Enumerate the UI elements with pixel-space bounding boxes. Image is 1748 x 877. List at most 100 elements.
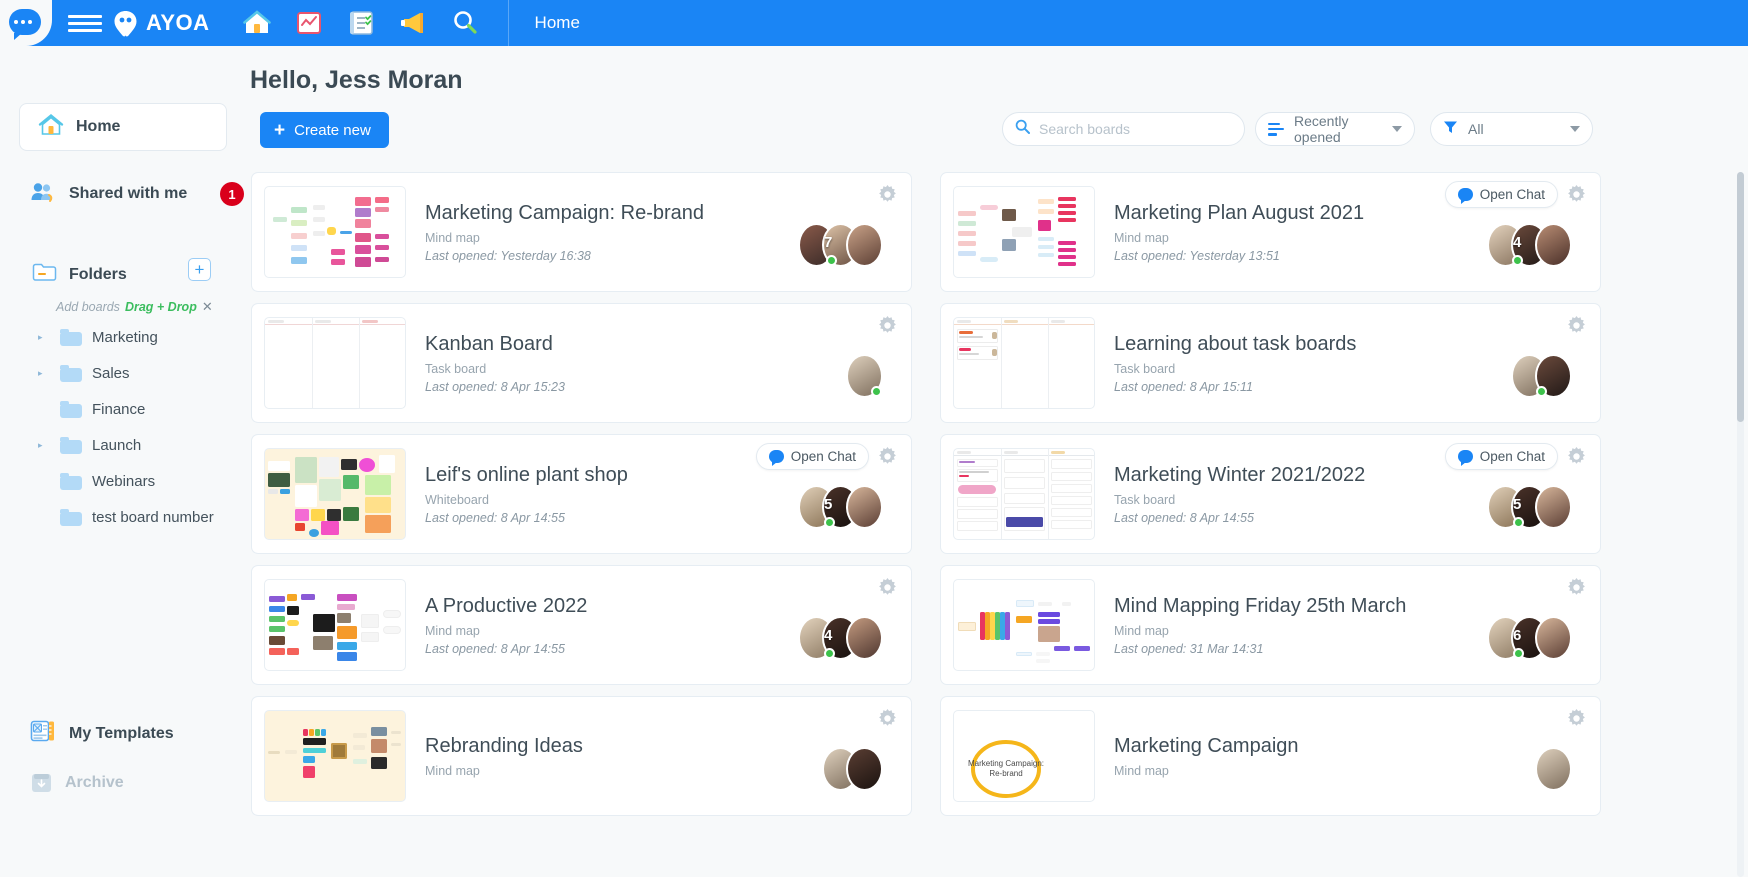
- sidebar-section-folders[interactable]: Folders: [32, 262, 127, 287]
- board-thumbnail: [264, 579, 406, 671]
- gear-icon[interactable]: [1567, 578, 1586, 597]
- status-badge: 1: [220, 182, 244, 206]
- board-card[interactable]: Marketing Campaign: Re-brand Marketing C…: [940, 696, 1601, 816]
- sidebar-item-archive[interactable]: Archive: [32, 774, 124, 792]
- gear-icon[interactable]: [878, 185, 897, 204]
- sidebar-folder-marketing[interactable]: ▸ Marketing: [0, 319, 250, 355]
- gear-icon[interactable]: [1567, 185, 1586, 204]
- scrollbar-thumb[interactable]: [1737, 172, 1744, 422]
- avatar-group[interactable]: 6: [1487, 616, 1572, 660]
- chevron-right-icon[interactable]: ▸: [38, 332, 46, 343]
- board-title: Learning about task boards: [1114, 332, 1357, 355]
- board-card[interactable]: Marketing Plan August 2021 Mind map Last…: [940, 172, 1601, 292]
- drag-drop-hint: Add boards Drag + Drop ✕: [56, 299, 213, 315]
- board-card[interactable]: A Productive 2022 Mind map Last opened: …: [251, 565, 912, 685]
- board-card[interactable]: Marketing Winter 2021/2022 Task board La…: [940, 434, 1601, 554]
- folder-icon: [60, 364, 82, 382]
- avatar-group[interactable]: 5: [798, 485, 883, 529]
- folder-icon: [60, 328, 82, 346]
- sidebar-folder-test-board-number[interactable]: ▸ test board number: [0, 499, 250, 535]
- gear-icon[interactable]: [878, 709, 897, 728]
- avatar: [846, 485, 883, 529]
- topbar-divider: [507, 0, 509, 46]
- tasks-icon[interactable]: [346, 8, 376, 38]
- home-icon[interactable]: [242, 8, 272, 38]
- avatar-group[interactable]: [846, 354, 883, 398]
- search-icon[interactable]: [450, 8, 480, 38]
- open-chat-button[interactable]: Open Chat: [755, 443, 869, 470]
- avatar-group[interactable]: [1511, 354, 1572, 398]
- kanban-thumbnail-icon: [954, 449, 1094, 539]
- chat-launcher-button[interactable]: [0, 0, 52, 46]
- avatar-group[interactable]: 4: [1487, 223, 1572, 267]
- open-chat-button[interactable]: Open Chat: [1444, 181, 1558, 208]
- create-new-button[interactable]: + Create new: [260, 112, 389, 148]
- add-folder-button[interactable]: +: [188, 258, 211, 281]
- sidebar-item-label: Home: [76, 118, 121, 135]
- chevron-right-icon[interactable]: ▸: [38, 368, 46, 379]
- avatar-group[interactable]: 5: [1487, 485, 1572, 529]
- avatar-overflow-count: 6: [1513, 627, 1522, 644]
- sidebar-folder-webinars[interactable]: ▸ Webinars: [0, 463, 250, 499]
- online-status-dot: [871, 386, 882, 397]
- open-chat-label: Open Chat: [790, 449, 856, 464]
- avatar-overflow-count: 5: [1513, 496, 1522, 513]
- mindmap-thumbnail-icon: Marketing Campaign: Re-brand: [954, 711, 1094, 801]
- gear-icon[interactable]: [878, 447, 897, 466]
- board-info: Marketing Campaign Mind map: [1114, 735, 1600, 778]
- sidebar-item-home[interactable]: Home: [19, 103, 227, 151]
- chevron-right-icon[interactable]: ▸: [38, 440, 46, 451]
- kanban-thumbnail-icon: [265, 318, 405, 408]
- gear-icon[interactable]: [878, 578, 897, 597]
- filter-dropdown[interactable]: All: [1430, 112, 1593, 146]
- board-title: Marketing Campaign: Re-brand: [425, 201, 705, 224]
- board-card[interactable]: Learning about task boards Task board La…: [940, 303, 1601, 423]
- mindmap-thumbnail-icon: [954, 580, 1094, 670]
- avatar-group[interactable]: [822, 747, 883, 791]
- chat-dots-icon: [14, 20, 32, 24]
- mindmap-thumbnail-icon: [265, 580, 405, 670]
- sidebar-section-label: Folders: [69, 265, 127, 283]
- open-chat-button[interactable]: Open Chat: [1444, 443, 1558, 470]
- open-chat-label: Open Chat: [1479, 187, 1545, 202]
- sidebar-item-my-templates[interactable]: My Templates: [30, 719, 174, 748]
- notes-icon[interactable]: [294, 8, 324, 38]
- folder-label: test board number: [92, 508, 214, 526]
- topbar-icon-group: [242, 8, 480, 38]
- megaphone-icon[interactable]: [398, 8, 428, 38]
- gear-icon[interactable]: [1567, 709, 1586, 728]
- people-icon: [30, 181, 57, 208]
- avatar-overflow-count: 5: [824, 496, 833, 513]
- avatar-group[interactable]: [1535, 747, 1572, 791]
- board-card[interactable]: Leif's online plant shop Whiteboard Last…: [251, 434, 912, 554]
- search-boards-box[interactable]: [1002, 112, 1245, 146]
- sidebar-folder-launch[interactable]: ▸ Launch: [0, 427, 250, 463]
- avatar-group[interactable]: 4: [798, 616, 883, 660]
- board-thumbnail: Marketing Campaign: Re-brand: [953, 710, 1095, 802]
- sidebar-folder-finance[interactable]: ▸ Finance: [0, 391, 250, 427]
- board-card[interactable]: Kanban Board Task board Last opened: 8 A…: [251, 303, 912, 423]
- board-thumbnail: [264, 317, 406, 409]
- sidebar-item-label: Shared with me: [69, 185, 188, 202]
- close-icon[interactable]: ✕: [202, 299, 213, 315]
- hamburger-menu-button[interactable]: [68, 14, 102, 32]
- board-thumbnail: [953, 448, 1095, 540]
- sort-dropdown[interactable]: Recently opened: [1255, 112, 1415, 146]
- board-card[interactable]: Marketing Campaign: Re-brand Mind map La…: [251, 172, 912, 292]
- boards-scrollbar[interactable]: [1737, 172, 1744, 877]
- board-title: Marketing Campaign: [1114, 734, 1299, 757]
- plus-icon: +: [274, 119, 286, 141]
- gear-icon[interactable]: [1567, 447, 1586, 466]
- chat-bubble-icon: [768, 450, 784, 466]
- sidebar-folder-sales[interactable]: ▸ Sales: [0, 355, 250, 391]
- board-card[interactable]: Mind Mapping Friday 25th March Mind map …: [940, 565, 1601, 685]
- search-input[interactable]: [1039, 121, 1229, 137]
- gear-icon[interactable]: [1567, 316, 1586, 335]
- board-card[interactable]: Rebranding Ideas Mind map: [251, 696, 912, 816]
- top-navigation-bar: AYOA Home: [0, 0, 1748, 46]
- avatar-group[interactable]: 7: [798, 223, 883, 267]
- home-icon: [38, 113, 64, 142]
- brand-logo-ayoa[interactable]: AYOA: [112, 10, 210, 37]
- sidebar-item-shared-with-me[interactable]: Shared with me 1: [30, 177, 244, 211]
- gear-icon[interactable]: [878, 316, 897, 335]
